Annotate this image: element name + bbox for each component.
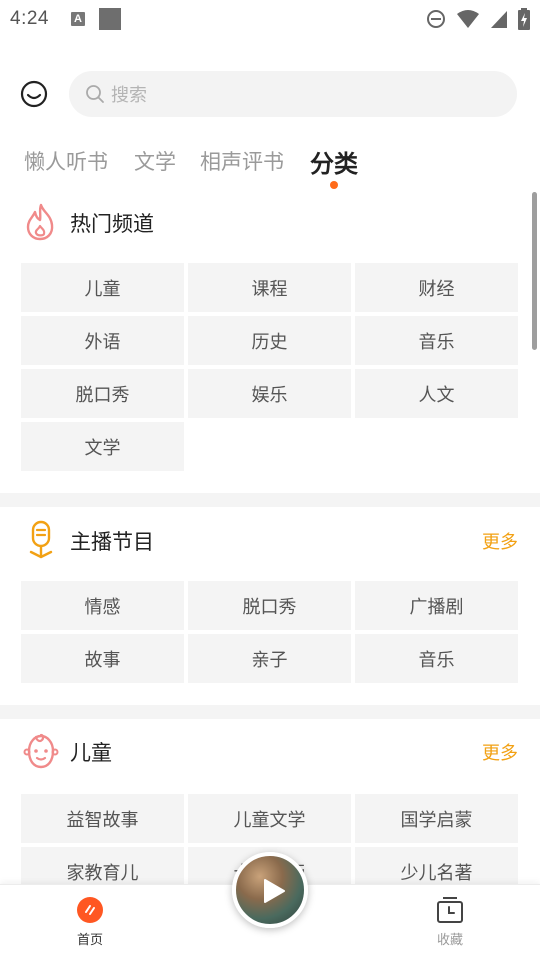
notification-image-icon bbox=[98, 8, 121, 30]
channel-item[interactable]: 课程 bbox=[188, 263, 351, 312]
section-divider bbox=[0, 705, 540, 719]
kids-item[interactable]: 国学启蒙 bbox=[355, 794, 518, 843]
nav-home-label: 首页 bbox=[76, 933, 103, 948]
now-playing-disc[interactable] bbox=[232, 852, 308, 928]
favorites-clock-icon bbox=[437, 897, 463, 923]
battery-icon bbox=[518, 8, 530, 30]
status-bar: 4:24 A bbox=[0, 0, 540, 38]
channel-item[interactable]: 文学 bbox=[21, 422, 184, 471]
notification-app-icon: A bbox=[70, 12, 85, 26]
section-hot-title: 热门频道 bbox=[70, 212, 154, 236]
section-hot-header: 热门频道 bbox=[0, 202, 540, 242]
search-row: 搜索 bbox=[0, 70, 540, 118]
kids-item[interactable]: 益智故事 bbox=[21, 794, 184, 843]
channel-item[interactable]: 外语 bbox=[21, 316, 184, 365]
tab-literature[interactable]: 文学 bbox=[134, 146, 176, 176]
section-kids-title: 儿童 bbox=[70, 741, 112, 765]
wifi-icon bbox=[457, 10, 479, 28]
flame-icon bbox=[26, 203, 54, 241]
tab-category[interactable]: 分类 bbox=[310, 144, 358, 179]
home-icon bbox=[77, 897, 103, 923]
nav-home[interactable]: 首页 bbox=[64, 897, 116, 955]
play-icon bbox=[264, 879, 285, 903]
channel-item[interactable]: 脱口秀 bbox=[21, 369, 184, 418]
program-item[interactable]: 脱口秀 bbox=[188, 581, 351, 630]
channel-item[interactable]: 人文 bbox=[355, 369, 518, 418]
kids-item[interactable]: 儿童文学 bbox=[188, 794, 351, 843]
channel-item[interactable]: 娱乐 bbox=[188, 369, 351, 418]
section-anchor-title: 主播节目 bbox=[70, 530, 154, 554]
anchor-program-grid: 情感 脱口秀 广播剧 故事 亲子 音乐 bbox=[21, 581, 519, 683]
channel-item[interactable]: 财经 bbox=[355, 263, 518, 312]
status-icons bbox=[426, 8, 530, 30]
anchor-more-link[interactable]: 更多 bbox=[482, 528, 518, 554]
kids-more-link[interactable]: 更多 bbox=[482, 739, 518, 765]
channel-item[interactable]: 历史 bbox=[188, 316, 351, 365]
section-anchor-header: 主播节目 更多 bbox=[0, 520, 540, 560]
status-time: 4:24 bbox=[10, 8, 49, 29]
program-item[interactable]: 亲子 bbox=[188, 634, 351, 683]
section-divider bbox=[0, 493, 540, 507]
hot-channel-grid: 儿童 课程 财经 外语 历史 音乐 脱口秀 娱乐 人文 文学 bbox=[21, 263, 519, 471]
microphone-icon bbox=[29, 520, 53, 559]
do-not-disturb-icon bbox=[427, 10, 445, 28]
program-item[interactable]: 音乐 bbox=[355, 634, 518, 683]
search-placeholder: 搜索 bbox=[111, 85, 147, 106]
program-item[interactable]: 故事 bbox=[21, 634, 184, 683]
baby-face-icon bbox=[23, 733, 59, 769]
program-item[interactable]: 广播剧 bbox=[355, 581, 518, 630]
tab-crosstalk[interactable]: 相声评书 bbox=[200, 146, 284, 176]
nav-favorites-label: 收藏 bbox=[436, 933, 463, 948]
tab-lanren[interactable]: 懒人听书 bbox=[24, 146, 108, 176]
category-tabs: 懒人听书 文学 相声评书 分类 bbox=[0, 140, 540, 192]
active-tab-indicator bbox=[330, 181, 338, 189]
program-item[interactable]: 情感 bbox=[21, 581, 184, 630]
smiley-face-icon[interactable] bbox=[20, 80, 48, 108]
search-icon bbox=[86, 85, 104, 103]
signal-icon bbox=[491, 11, 507, 28]
section-kids-header: 儿童 更多 bbox=[0, 731, 540, 771]
nav-favorites[interactable]: 收藏 bbox=[424, 897, 476, 955]
search-input[interactable]: 搜索 bbox=[69, 71, 517, 117]
channel-item[interactable]: 儿童 bbox=[21, 263, 184, 312]
channel-item[interactable]: 音乐 bbox=[355, 316, 518, 365]
